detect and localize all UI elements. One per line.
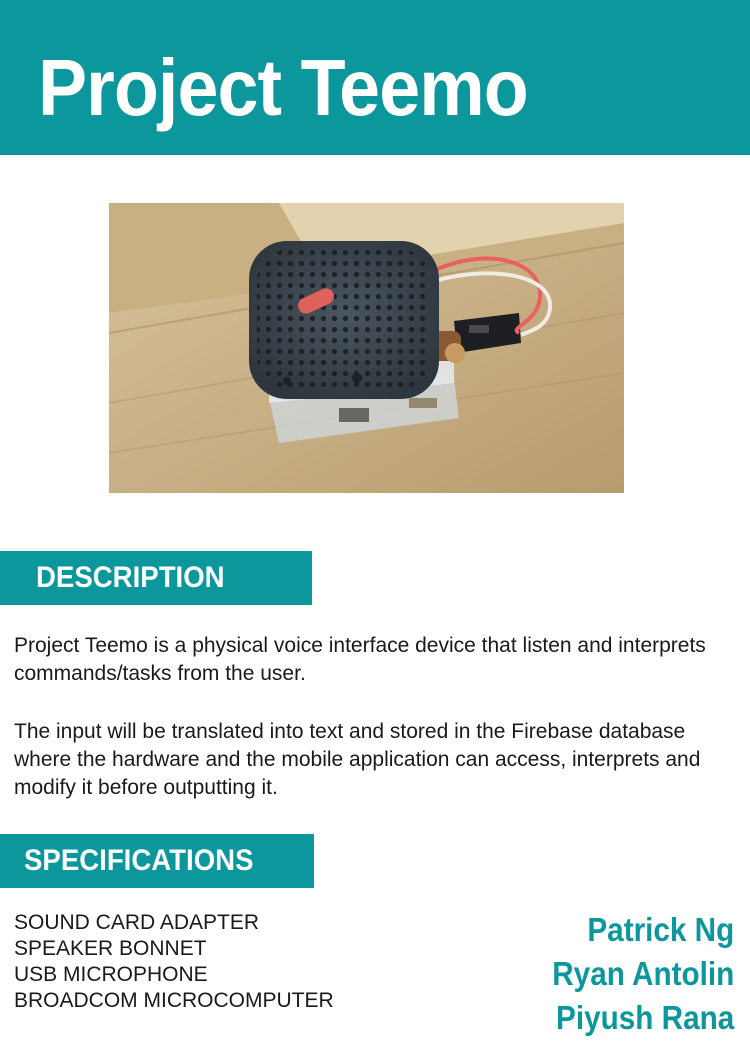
- description-paragraph-1: Project Teemo is a physical voice interf…: [14, 634, 706, 685]
- specifications-heading-bar: SPECIFICATIONS: [0, 834, 314, 888]
- team-member-name: Piyush Rana: [555, 999, 734, 1036]
- spec-item: SPEAKER BONNET: [14, 937, 207, 960]
- device-photo-illustration: [109, 203, 624, 493]
- spec-item: SOUND CARD ADAPTER: [14, 911, 260, 934]
- team-member-name: Patrick Ng: [587, 911, 734, 948]
- spec-item: BROADCOM MICROCOMPUTER: [14, 989, 334, 1012]
- specifications-list: SOUND CARD ADAPTER SPEAKER BONNET USB MI…: [14, 910, 334, 1014]
- team-members: Patrick Ng Ryan Antolin Piyush Rana: [532, 908, 734, 1040]
- team-member-name: Ryan Antolin: [551, 955, 734, 992]
- device-photo: [109, 203, 624, 493]
- specifications-heading: SPECIFICATIONS: [24, 844, 254, 877]
- spec-item: USB MICROPHONE: [14, 963, 208, 986]
- title-banner: Project Teemo: [0, 0, 750, 155]
- description-heading: DESCRIPTION: [36, 561, 225, 594]
- description-paragraph-2: The input will be translated into text a…: [14, 720, 701, 799]
- description-heading-bar: DESCRIPTION: [0, 551, 312, 605]
- page-title: Project Teemo: [38, 43, 529, 132]
